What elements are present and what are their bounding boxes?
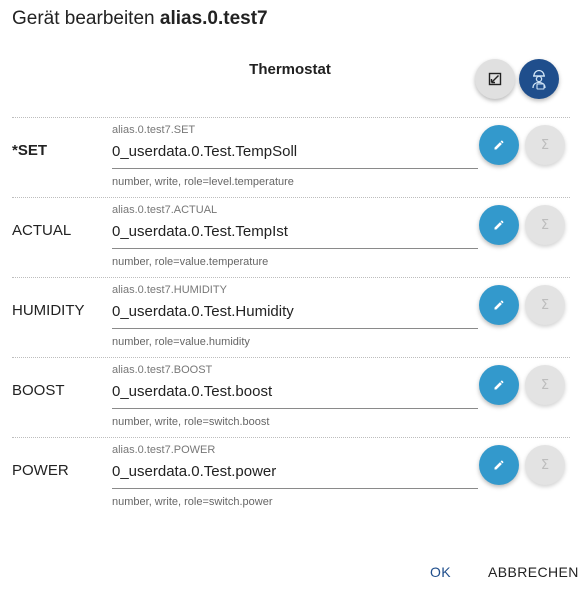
edit-button[interactable] bbox=[479, 445, 519, 485]
row-divider bbox=[12, 197, 570, 198]
edit-button[interactable] bbox=[479, 285, 519, 325]
state-row: *SET alias.0.test7.SET 0_userdata.0.Test… bbox=[0, 117, 585, 197]
pencil-icon bbox=[494, 220, 504, 230]
field-underline bbox=[112, 248, 478, 249]
field-underline bbox=[112, 408, 478, 409]
function-button[interactable]: Σ bbox=[525, 125, 565, 165]
sigma-icon: Σ bbox=[540, 377, 550, 393]
dialog-title-id: alias.0.test7 bbox=[159, 8, 268, 29]
expert-person-icon bbox=[532, 69, 546, 90]
sigma-icon: Σ bbox=[540, 217, 550, 233]
ok-button[interactable]: OK bbox=[430, 564, 451, 580]
object-info: number, role=value.temperature bbox=[112, 256, 269, 268]
pencil-icon bbox=[494, 140, 504, 150]
alias-state-id: alias.0.test7.BOOST bbox=[112, 364, 213, 376]
function-button[interactable]: Σ bbox=[525, 205, 565, 245]
state-row: POWER alias.0.test7.POWER 0_userdata.0.T… bbox=[0, 437, 585, 517]
resize-icon bbox=[488, 72, 502, 86]
row-divider bbox=[12, 357, 570, 358]
pencil-icon bbox=[494, 300, 504, 310]
state-name: ACTUAL bbox=[12, 222, 72, 239]
object-id-field[interactable]: 0_userdata.0.Test.power bbox=[112, 463, 276, 480]
cancel-button[interactable]: ABBRECHEN bbox=[488, 564, 579, 580]
edit-button[interactable] bbox=[479, 125, 519, 165]
sigma-icon: Σ bbox=[540, 137, 550, 153]
object-id-field[interactable]: 0_userdata.0.Test.boost bbox=[112, 383, 272, 400]
sigma-icon: Σ bbox=[540, 297, 550, 313]
state-name: HUMIDITY bbox=[12, 302, 85, 319]
field-underline bbox=[112, 328, 478, 329]
row-divider bbox=[12, 117, 570, 118]
alias-state-id: alias.0.test7.HUMIDITY bbox=[112, 284, 227, 296]
state-row: HUMIDITY alias.0.test7.HUMIDITY 0_userda… bbox=[0, 277, 585, 357]
alias-state-id: alias.0.test7.ACTUAL bbox=[112, 204, 218, 216]
state-row: BOOST alias.0.test7.BOOST 0_userdata.0.T… bbox=[0, 357, 585, 437]
alias-state-id: alias.0.test7.SET bbox=[112, 124, 196, 136]
object-info: number, write, role=level.temperature bbox=[112, 176, 294, 188]
object-id-field[interactable]: 0_userdata.0.Test.Humidity bbox=[112, 303, 294, 320]
function-button[interactable]: Σ bbox=[525, 365, 565, 405]
object-id-field[interactable]: 0_userdata.0.Test.TempIst bbox=[112, 223, 288, 240]
field-underline bbox=[112, 488, 478, 489]
alias-state-id: alias.0.test7.POWER bbox=[112, 444, 216, 456]
dialog-title-prefix: Gerät bearbeiten bbox=[12, 8, 155, 29]
row-divider bbox=[12, 277, 570, 278]
state-row: ACTUAL alias.0.test7.ACTUAL 0_userdata.0… bbox=[0, 197, 585, 277]
function-button[interactable]: Σ bbox=[525, 445, 565, 485]
state-name: *SET bbox=[12, 142, 48, 159]
state-name: BOOST bbox=[12, 382, 65, 399]
pencil-icon bbox=[494, 380, 504, 390]
expand-button[interactable] bbox=[475, 59, 515, 99]
pencil-icon bbox=[494, 460, 504, 470]
sigma-icon: Σ bbox=[540, 457, 550, 473]
object-info: number, write, role=switch.boost bbox=[112, 416, 270, 428]
state-name: POWER bbox=[12, 462, 69, 479]
object-info: number, role=value.humidity bbox=[112, 336, 250, 348]
dialog-title: Gerät bearbeiten alias.0.test7 bbox=[12, 8, 268, 30]
object-id-field[interactable]: 0_userdata.0.Test.TempSoll bbox=[112, 143, 297, 160]
edit-button[interactable] bbox=[479, 365, 519, 405]
object-info: number, write, role=switch.power bbox=[112, 496, 273, 508]
row-divider bbox=[12, 437, 570, 438]
expert-mode-button[interactable] bbox=[519, 59, 559, 99]
edit-button[interactable] bbox=[479, 205, 519, 245]
field-underline bbox=[112, 168, 478, 169]
function-button[interactable]: Σ bbox=[525, 285, 565, 325]
